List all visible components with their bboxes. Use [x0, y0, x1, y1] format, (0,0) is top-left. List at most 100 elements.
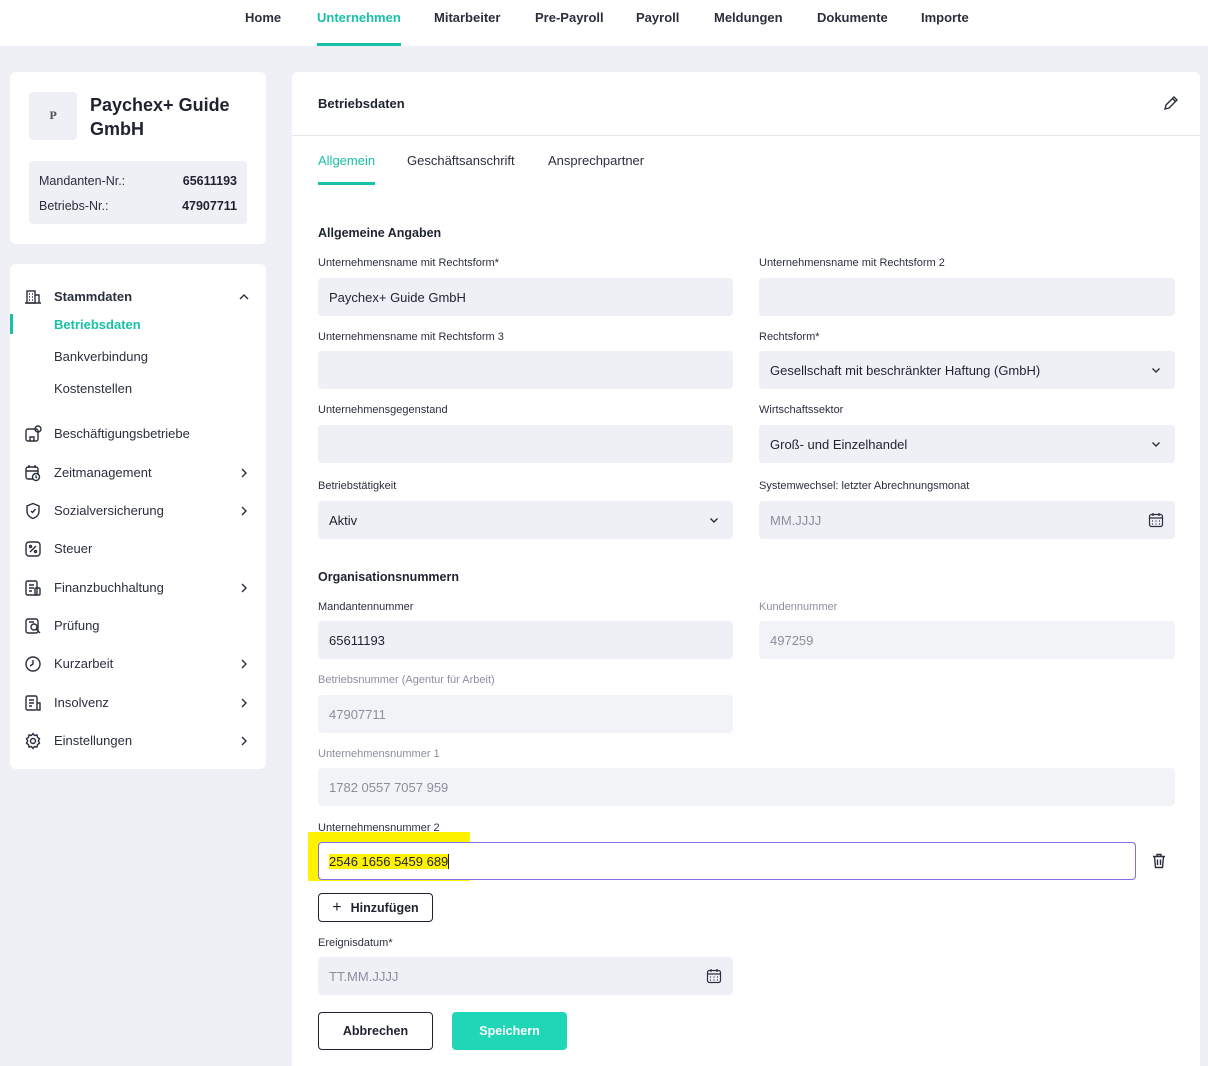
- add-button[interactable]: + Hinzufügen: [318, 893, 433, 922]
- mandantennummer-field[interactable]: 65611193: [318, 621, 733, 659]
- add-button-label: Hinzufügen: [350, 900, 419, 915]
- tax-icon: [25, 541, 41, 557]
- sidebar-subitem-label: Betriebsdaten: [54, 317, 141, 332]
- name1-field[interactable]: Paychex+ Guide GmbH: [318, 278, 733, 316]
- systemwechsel-placeholder: MM.JJJJ: [770, 512, 822, 528]
- company-card: P Paychex+ Guide GmbH Mandanten-Nr.: 656…: [10, 72, 266, 244]
- save-button[interactable]: Speichern: [452, 1012, 567, 1050]
- document-icon: [25, 695, 41, 711]
- nav-unternehmen[interactable]: Unternehmen: [317, 0, 401, 46]
- name3-label: Unternehmensname mit Rechtsform 3: [318, 331, 504, 343]
- sidebar-item-steuer[interactable]: Steuer: [10, 534, 266, 564]
- rechtsform-select[interactable]: Gesellschaft mit beschränkter Haftung (G…: [759, 351, 1175, 389]
- systemwechsel-label: Systemwechsel: letzter Abrechnungsmonat: [759, 480, 970, 492]
- nav-home[interactable]: Home: [245, 0, 281, 46]
- text-cursor: [448, 853, 450, 869]
- nav-importe[interactable]: Importe: [921, 0, 969, 46]
- betriebsnummer-field: 47907711: [318, 695, 733, 733]
- nav-dokumente[interactable]: Dokumente: [817, 0, 888, 46]
- sidebar-subitem-label: Bankverbindung: [54, 349, 148, 364]
- nav-mitarbeiter[interactable]: Mitarbeiter: [434, 0, 500, 46]
- sidebar-item-label: Einstellungen: [54, 733, 133, 748]
- mandantennummer-value: 65611193: [329, 632, 385, 648]
- sidebar-item-kurzarbeit[interactable]: Kurzarbeit: [10, 649, 266, 679]
- calendar-icon[interactable]: [706, 968, 722, 984]
- sidebar-item-label: Finanzbuchhaltung: [54, 580, 164, 595]
- name1-value: Paychex+ Guide GmbH: [329, 289, 466, 305]
- sidebar-item-pruefung[interactable]: Prüfung: [10, 611, 266, 641]
- mandantennummer-label: Mandantennummer: [318, 601, 414, 613]
- sidebar-item-sozialversicherung[interactable]: Sozialversicherung: [10, 496, 266, 526]
- gear-icon: [25, 732, 41, 750]
- sidebar-item-einstellungen[interactable]: Einstellungen: [10, 726, 266, 756]
- sektor-value: Groß- und Einzelhandel: [770, 436, 908, 452]
- ereignisdatum-field[interactable]: TT.MM.JJJJ: [318, 957, 733, 995]
- sidebar-menu: Stammdaten Betriebsdaten Bankverbindung …: [10, 264, 266, 769]
- cancel-button[interactable]: Abbrechen: [318, 1012, 433, 1050]
- sidebar-item-stammdaten[interactable]: Stammdaten: [10, 282, 266, 312]
- name2-field[interactable]: [759, 278, 1175, 316]
- sidebar-item-label: Prüfung: [54, 618, 100, 633]
- sidebar-item-beschaeftigungsbetriebe[interactable]: Beschäftigungsbetriebe: [10, 419, 266, 449]
- sidebar-item-label: Sozialversicherung: [54, 503, 164, 518]
- ereignisdatum-label: Ereignisdatum*: [318, 937, 393, 949]
- shield-icon: [26, 502, 40, 520]
- clock-icon: [25, 656, 41, 672]
- tab-allgemein[interactable]: Allgemein: [318, 153, 376, 185]
- calendar-clock-icon: [25, 465, 41, 482]
- company-name: Paychex+ Guide GmbH: [90, 95, 230, 139]
- rechtsform-label: Rechtsform*: [759, 331, 820, 343]
- taetigkeit-select[interactable]: Aktiv: [318, 501, 733, 539]
- chevron-right-icon: [241, 583, 247, 593]
- sidebar-subitem-betriebsdaten[interactable]: Betriebsdaten: [10, 312, 266, 338]
- chevron-right-icon: [241, 698, 247, 708]
- sidebar-item-label: Steuer: [54, 541, 93, 556]
- edit-icon[interactable]: [1162, 94, 1180, 112]
- sidebar-subitem-bankverbindung[interactable]: Bankverbindung: [10, 344, 266, 370]
- chevron-down-icon: [710, 518, 718, 523]
- chevron-up-icon: [239, 294, 249, 300]
- betriebsnummer-value: 47907711: [329, 706, 386, 722]
- nav-pre-payroll[interactable]: Pre-Payroll: [535, 0, 604, 46]
- chevron-down-icon: [1152, 442, 1160, 447]
- kundennummer-label: Kundennummer: [759, 601, 838, 613]
- gegenstand-field[interactable]: [318, 425, 733, 463]
- name3-field[interactable]: [318, 351, 733, 389]
- sidebar-item-zeitmanagement[interactable]: Zeitmanagement: [10, 458, 266, 488]
- unternehmensnummer1-field: 1782 0557 7057 959: [318, 768, 1175, 806]
- rechtsform-value: Gesellschaft mit beschränkter Haftung (G…: [770, 362, 1041, 378]
- systemwechsel-field[interactable]: MM.JJJJ: [759, 501, 1175, 539]
- sektor-label: Wirtschaftssektor: [759, 404, 844, 416]
- plus-icon: +: [332, 898, 342, 916]
- chevron-right-icon: [241, 659, 247, 669]
- nav-meldungen[interactable]: Meldungen: [714, 0, 783, 46]
- sidebar-item-finanzbuchhaltung[interactable]: Finanzbuchhaltung: [10, 573, 266, 603]
- building-icon: [25, 290, 41, 304]
- trash-icon[interactable]: [1150, 852, 1168, 870]
- mandant-value: 65611193: [182, 174, 237, 188]
- buildings-icon: [25, 425, 42, 442]
- sidebar-subitem-label: Kostenstellen: [54, 381, 133, 396]
- chevron-right-icon: [241, 506, 247, 516]
- tab-geschaeftsanschrift[interactable]: Geschäftsanschrift: [407, 153, 515, 185]
- ledger-icon: [25, 580, 41, 596]
- sidebar-item-label: Insolvenz: [54, 695, 109, 710]
- calendar-icon[interactable]: [1148, 512, 1164, 528]
- sektor-select[interactable]: Groß- und Einzelhandel: [759, 425, 1175, 463]
- tab-ansprechpartner[interactable]: Ansprechpartner: [548, 153, 644, 185]
- sidebar-item-label: Stammdaten: [54, 289, 133, 304]
- sidebar-item-insolvenz[interactable]: Insolvenz: [10, 688, 266, 718]
- name2-label: Unternehmensname mit Rechtsform 2: [759, 257, 945, 269]
- unternehmensnummer1-value: 1782 0557 7057 959: [329, 779, 449, 795]
- unternehmensnummer2-input[interactable]: 2546 1656 5459 689: [318, 842, 1136, 880]
- betriebsnummer-label: Betriebsnummer (Agentur für Arbeit): [318, 674, 495, 686]
- kundennummer-value: 497259: [770, 632, 814, 648]
- taetigkeit-label: Betriebstätigkeit: [318, 480, 397, 492]
- sidebar-subitem-kostenstellen[interactable]: Kostenstellen: [10, 376, 266, 402]
- gegenstand-label: Unternehmensgegenstand: [318, 404, 448, 416]
- section-organisationsnummern: Organisationsnummern: [318, 570, 459, 584]
- name1-label: Unternehmensname mit Rechtsform*: [318, 257, 499, 269]
- header-divider: [292, 135, 1200, 136]
- nav-payroll[interactable]: Payroll: [636, 0, 679, 46]
- mandant-label: Mandanten-Nr.:: [39, 174, 126, 188]
